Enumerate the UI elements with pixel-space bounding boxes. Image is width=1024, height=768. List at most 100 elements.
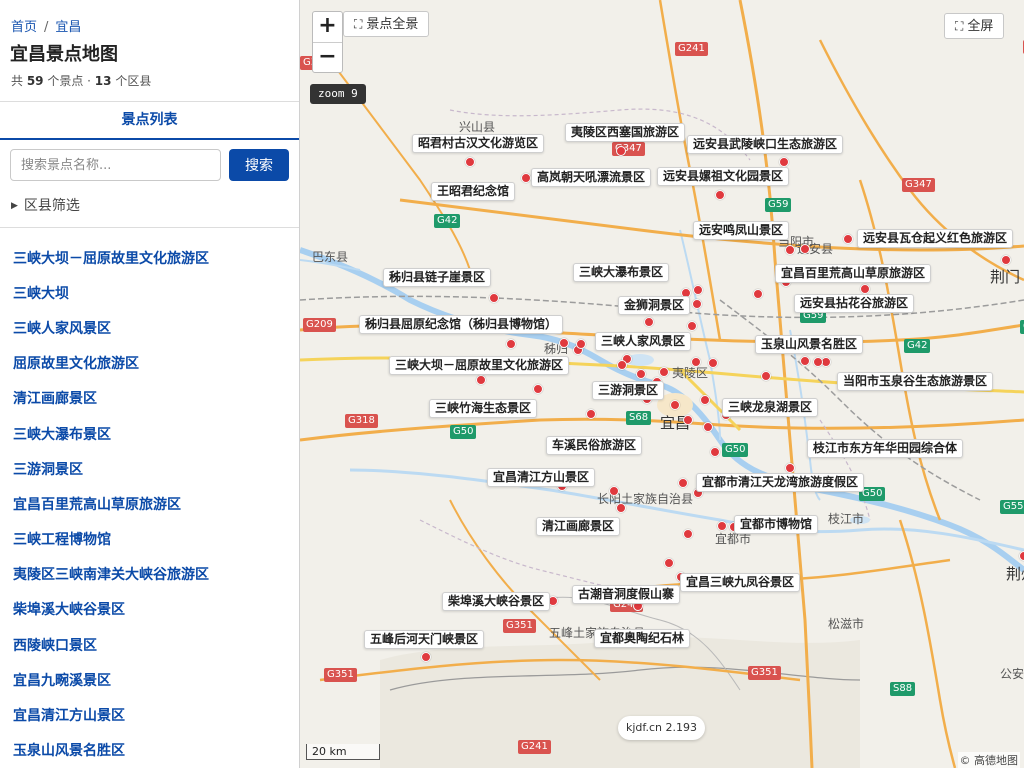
spot-link[interactable]: 三游洞景区 bbox=[13, 459, 83, 479]
spot-link[interactable]: 清江画廊景区 bbox=[13, 388, 97, 408]
map-pin-icon[interactable] bbox=[715, 190, 725, 200]
map-pin-icon[interactable] bbox=[779, 157, 789, 167]
map-pin-icon[interactable] bbox=[489, 293, 499, 303]
spot-label[interactable]: 王昭君纪念馆 bbox=[430, 182, 516, 201]
map-pin-icon[interactable] bbox=[753, 289, 763, 299]
map-pin-icon[interactable] bbox=[703, 422, 713, 432]
spot-link[interactable]: 屈原故里文化旅游区 bbox=[13, 353, 139, 373]
map-pin-icon[interactable] bbox=[644, 317, 654, 327]
spot-label[interactable]: 三峡龙泉湖景区 bbox=[721, 398, 819, 417]
spot-link[interactable]: 宜昌九畹溪景区 bbox=[13, 670, 111, 690]
map-pin-icon[interactable] bbox=[521, 173, 531, 183]
spot-link[interactable]: 三峡工程博物馆 bbox=[13, 529, 111, 549]
spot-label[interactable]: 秭归县链子崖景区 bbox=[382, 268, 492, 287]
spot-label[interactable]: 远安县嫘祖文化园景区 bbox=[656, 167, 790, 186]
map-pin-icon[interactable] bbox=[708, 358, 718, 368]
map-pin-icon[interactable] bbox=[700, 395, 710, 405]
map-pin-icon[interactable] bbox=[693, 285, 703, 295]
map-pin-icon[interactable] bbox=[678, 478, 688, 488]
fullscreen-button[interactable]: ⛶ 全屏 bbox=[944, 13, 1005, 39]
map-pin-icon[interactable] bbox=[586, 409, 596, 419]
overview-button[interactable]: ⛶ 景点全景 bbox=[343, 11, 430, 37]
search-button[interactable]: 搜索 bbox=[229, 149, 289, 181]
map-pin-icon[interactable] bbox=[717, 521, 727, 531]
map-pin-icon[interactable] bbox=[710, 447, 720, 457]
spot-label[interactable]: 高岚朝天吼漂流景区 bbox=[530, 168, 652, 187]
map-pin-icon[interactable] bbox=[843, 234, 853, 244]
spot-link[interactable]: 三峡人家风景区 bbox=[13, 318, 111, 338]
spot-label[interactable]: 玉泉山风景名胜区 bbox=[754, 335, 864, 354]
spot-label[interactable]: 三峡大坝－屈原故里文化旅游区 bbox=[388, 356, 570, 375]
spot-label[interactable]: 远安鸣凤山景区 bbox=[692, 221, 790, 240]
spot-label[interactable]: 秭归县屈原纪念馆（秭归县博物馆） bbox=[358, 315, 564, 334]
spot-label[interactable]: 三峡大瀑布景区 bbox=[572, 263, 670, 282]
map-pin-icon[interactable] bbox=[576, 339, 586, 349]
breadcrumb-home-link[interactable]: 首页 bbox=[11, 20, 37, 35]
map-pin-icon[interactable] bbox=[692, 299, 702, 309]
map-pin-icon[interactable] bbox=[616, 503, 626, 513]
map-pin-icon[interactable] bbox=[1001, 255, 1011, 265]
map-pin-icon[interactable] bbox=[421, 652, 431, 662]
spot-label[interactable]: 宜昌清江方山景区 bbox=[486, 468, 596, 487]
spot-label[interactable]: 三峡竹海生态景区 bbox=[428, 399, 538, 418]
map-pin-icon[interactable] bbox=[559, 338, 569, 348]
map-pin-icon[interactable] bbox=[860, 284, 870, 294]
spot-label[interactable]: 清江画廊景区 bbox=[535, 517, 621, 536]
spot-label[interactable]: 宜都奥陶纪石林 bbox=[593, 629, 691, 648]
spot-link[interactable]: 宜昌百里荒高山草原旅游区 bbox=[13, 494, 181, 514]
map-pin-icon[interactable] bbox=[687, 321, 697, 331]
map-pin-icon[interactable] bbox=[609, 486, 619, 496]
spot-label[interactable]: 车溪民俗旅游区 bbox=[545, 436, 643, 455]
spot-link[interactable]: 三峡大坝 bbox=[13, 283, 69, 303]
spot-link[interactable]: 玉泉山风景名胜区 bbox=[13, 740, 125, 760]
spot-label[interactable]: 当阳市玉泉谷生态旅游景区 bbox=[836, 372, 994, 391]
map-pin-icon[interactable] bbox=[636, 369, 646, 379]
breadcrumb-current-link[interactable]: 宜昌 bbox=[55, 20, 81, 35]
spot-label[interactable]: 远安县拈花谷旅游区 bbox=[793, 294, 915, 313]
spot-label[interactable]: 昭君村古汉文化游览区 bbox=[411, 134, 545, 153]
map-pin-icon[interactable] bbox=[533, 384, 543, 394]
spot-label[interactable]: 夷陵区西塞国旅游区 bbox=[564, 123, 686, 142]
spot-label[interactable]: 宜都市博物馆 bbox=[733, 515, 819, 534]
zoom-out-button[interactable]: − bbox=[313, 42, 342, 72]
county-filter-toggle[interactable]: ▶ 区县筛选 bbox=[11, 195, 80, 215]
spot-label[interactable]: 远安县武陵峡口生态旅游区 bbox=[686, 135, 844, 154]
spot-label[interactable]: 金狮洞景区 bbox=[617, 296, 691, 315]
spot-link[interactable]: 柴埠溪大峡谷景区 bbox=[13, 599, 125, 619]
map-pin-icon[interactable] bbox=[683, 415, 693, 425]
map-pin-icon[interactable] bbox=[800, 244, 810, 254]
spot-link[interactable]: 三峡大瀑布景区 bbox=[13, 424, 111, 444]
spot-label[interactable]: 远安县瓦仓起义红色旅游区 bbox=[856, 229, 1014, 248]
map-pin-icon[interactable] bbox=[683, 529, 693, 539]
spot-label[interactable]: 五峰后河天门峡景区 bbox=[363, 630, 485, 649]
map-pin-icon[interactable] bbox=[659, 367, 669, 377]
map-pin-icon[interactable] bbox=[785, 245, 795, 255]
zoom-in-button[interactable]: + bbox=[313, 12, 342, 42]
map-pin-icon[interactable] bbox=[616, 146, 626, 156]
map-pin-icon[interactable] bbox=[1019, 551, 1024, 561]
spot-link[interactable]: 宜昌清江方山景区 bbox=[13, 705, 125, 725]
search-input[interactable] bbox=[10, 149, 221, 181]
map-pin-icon[interactable] bbox=[813, 357, 823, 367]
map-view[interactable]: 兴山县巴东县秭归夷陵区宜昌当阳市枝江市宜都市长阳土家族自治县五峰土家族自治县松滋… bbox=[300, 0, 1024, 768]
spot-label[interactable]: 宜都市清江天龙湾旅游度假区 bbox=[695, 473, 865, 492]
spot-label[interactable]: 宜昌百里荒高山草原旅游区 bbox=[774, 264, 932, 283]
map-pin-icon[interactable] bbox=[785, 463, 795, 473]
map-pin-icon[interactable] bbox=[691, 357, 701, 367]
spot-label[interactable]: 三峡人家风景区 bbox=[594, 332, 692, 351]
spot-label[interactable]: 柴埠溪大峡谷景区 bbox=[441, 592, 551, 611]
map-pin-icon[interactable] bbox=[800, 356, 810, 366]
map-pin-icon[interactable] bbox=[761, 371, 771, 381]
map-pin-icon[interactable] bbox=[617, 360, 627, 370]
spot-link[interactable]: 三峡大坝－屈原故里文化旅游区 bbox=[13, 248, 209, 268]
spot-link[interactable]: 夷陵区三峡南津关大峡谷旅游区 bbox=[13, 564, 209, 584]
spot-label[interactable]: 古潮音洞度假山寨 bbox=[571, 585, 681, 604]
map-pin-icon[interactable] bbox=[465, 157, 475, 167]
spot-label[interactable]: 三游洞景区 bbox=[591, 381, 665, 400]
map-pin-icon[interactable] bbox=[670, 400, 680, 410]
tab-spot-list[interactable]: 景点列表 bbox=[0, 102, 299, 140]
spot-label[interactable]: 宜昌三峡九凤谷景区 bbox=[679, 573, 801, 592]
map-pin-icon[interactable] bbox=[506, 339, 516, 349]
map-pin-icon[interactable] bbox=[664, 558, 674, 568]
spot-label[interactable]: 枝江市东方年华田园综合体 bbox=[806, 439, 964, 458]
